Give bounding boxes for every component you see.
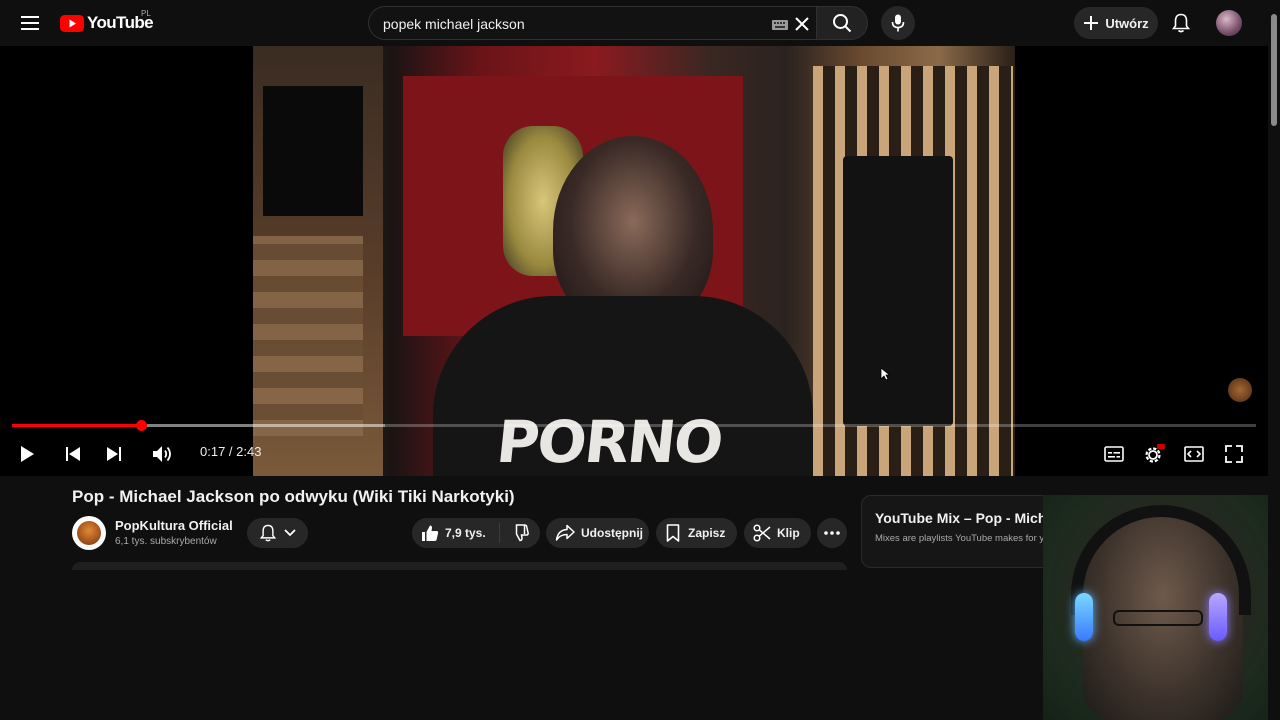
fullscreen-icon [1225,445,1243,463]
next-button[interactable] [99,439,129,469]
clip-button[interactable]: Klip [744,518,811,548]
microphone-icon [891,14,905,32]
next-icon [107,447,121,461]
channel-avatar[interactable] [72,516,106,550]
plus-icon [1084,16,1099,30]
mix-title: YouTube Mix – Pop - Michael Jackson po o… [875,510,1054,526]
youtube-mix-panel[interactable]: YouTube Mix – Pop - Michael Jackson po o… [861,495,1055,568]
create-button-label: Utwórz [1105,15,1149,31]
volume-icon [153,446,171,462]
more-horizontal-icon [824,531,840,535]
search-box[interactable]: popek michael jackson [368,6,816,40]
account-avatar[interactable] [1216,10,1242,36]
time-display: 0:17 / 2:43 [200,444,262,459]
scissors-icon [753,524,771,542]
share-button[interactable]: Udostępnij [546,518,649,548]
search-icon [833,14,852,33]
subscriber-count: 6,1 tys. subskrybentów [115,536,217,547]
scrubber-handle[interactable] [136,420,148,431]
clip-label: Klip [777,526,800,540]
mix-subtitle: Mixes are playlists YouTube makes for yo… [875,533,1055,544]
keyboard-icon[interactable] [772,20,788,30]
search-button[interactable] [816,6,868,40]
mute-button[interactable] [148,439,178,469]
like-dislike-group: 7,9 tys. [412,518,540,548]
chevron-down-icon [283,529,296,537]
country-code: PL [141,9,151,18]
channel-name[interactable]: PopKultura Official [115,518,233,533]
more-actions-button[interactable] [817,518,847,548]
voice-search-button[interactable] [881,6,915,40]
thumbs-down-icon [515,524,529,542]
previous-button[interactable] [58,439,88,469]
previous-icon [66,447,80,461]
share-label: Udostępnij [581,526,643,540]
fullscreen-button[interactable] [1219,439,1249,469]
share-icon [555,524,575,541]
progress-bar[interactable] [12,420,1256,431]
description-box-top[interactable] [72,562,847,570]
youtube-logo[interactable]: YouTube PL [60,9,154,33]
save-button[interactable]: Zapisz [656,518,737,548]
menu-icon [21,16,39,30]
webcam-overlay [1043,495,1280,720]
subtitles-icon [1104,446,1124,462]
clear-search-icon[interactable] [793,15,811,33]
dislike-button[interactable] [500,524,540,542]
miniplayer-button[interactable] [1179,439,1209,469]
video-title: Pop - Michael Jackson po odwyku (Wiki Ti… [72,487,515,506]
page-scrollbar[interactable] [1268,0,1280,720]
bell-icon [1172,13,1190,33]
play-button[interactable] [12,439,42,469]
masthead: YouTube PL popek michael jackson Utwórz [0,0,1268,46]
channel-watermark[interactable] [1228,378,1252,402]
create-button[interactable]: Utwórz [1074,7,1158,39]
shirt-print-text: PORNO [493,408,725,476]
thumbs-up-icon [422,525,439,541]
like-count: 7,9 tys. [445,526,486,540]
notifications-button[interactable] [1165,7,1197,39]
play-icon [21,446,34,462]
save-label: Zapisz [688,526,726,540]
video-frame: PORNO [253,46,1015,476]
bookmark-icon [666,524,680,542]
gear-icon [1145,444,1165,463]
like-button[interactable]: 7,9 tys. [412,524,499,542]
video-player[interactable]: PORNO 0:17 / 2:43 [0,46,1268,476]
played-bar [12,424,142,427]
settings-button[interactable] [1139,439,1169,469]
subscribe-notifications-button[interactable] [247,518,308,548]
subtitles-button[interactable] [1099,439,1129,469]
bell-icon [259,524,276,542]
mouse-cursor-icon [880,367,890,381]
youtube-play-logo-icon [60,14,84,32]
miniplayer-icon [1184,446,1204,462]
scrollbar-thumb[interactable] [1271,14,1277,126]
hamburger-menu-button[interactable] [14,7,46,39]
search-input[interactable]: popek michael jackson [383,16,525,32]
